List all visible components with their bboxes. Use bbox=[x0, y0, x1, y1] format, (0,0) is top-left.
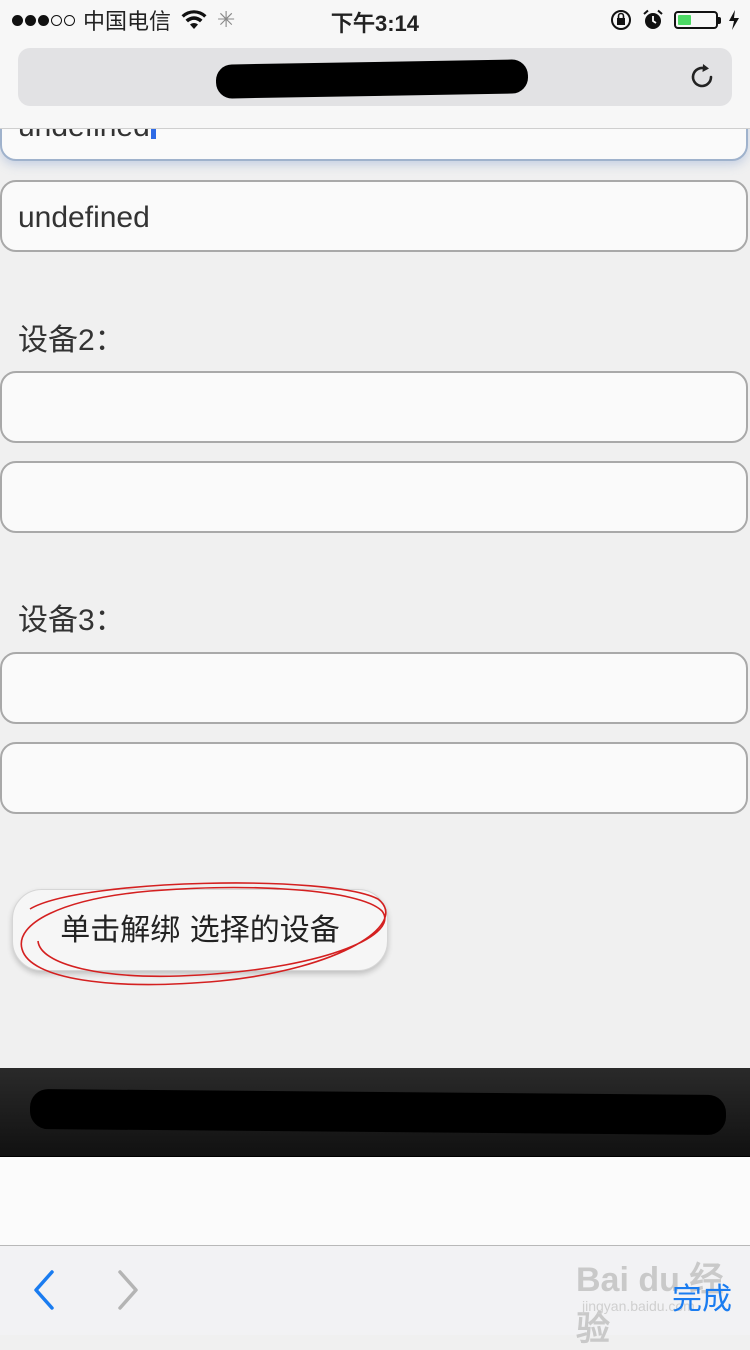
battery-icon bbox=[674, 11, 721, 29]
redacted-url bbox=[215, 59, 529, 99]
page-footer bbox=[0, 1068, 750, 1157]
device1-field-2-value: undefined bbox=[18, 201, 150, 234]
redacted-footer-text bbox=[29, 1088, 727, 1136]
chevron-right-icon[interactable] bbox=[108, 1268, 148, 1312]
browser-toolbar: Bai du 经验 jingyan.baidu.com 完成 bbox=[0, 1245, 750, 1348]
status-bar: 中国电信 ✳ 下午3:14 bbox=[0, 0, 750, 40]
device1-field-1-value: undefined bbox=[18, 129, 150, 143]
text-caret bbox=[150, 129, 156, 139]
alarm-icon bbox=[643, 9, 663, 29]
device3-label: 设备3： bbox=[18, 604, 125, 637]
device2-field-2[interactable] bbox=[0, 461, 748, 533]
charging-bolt-icon bbox=[729, 10, 739, 30]
address-bar[interactable] bbox=[18, 48, 732, 106]
status-right bbox=[610, 8, 740, 32]
device1-field-2[interactable]: undefined bbox=[0, 180, 748, 252]
battery-level bbox=[678, 15, 691, 25]
device3-field-1[interactable] bbox=[0, 652, 748, 724]
device1-field-1[interactable]: undefined bbox=[0, 129, 748, 161]
device2-label: 设备2： bbox=[18, 324, 125, 357]
done-button[interactable]: 完成 bbox=[672, 1274, 732, 1318]
device2-field-1[interactable] bbox=[0, 371, 748, 443]
device3-field-2[interactable] bbox=[0, 742, 748, 814]
chevron-left-icon[interactable] bbox=[28, 1268, 68, 1312]
rotation-lock-icon bbox=[611, 10, 631, 30]
page-content: undefined undefined 设备2： 设备3： 单击解绑 选择的设备 bbox=[0, 129, 750, 1068]
blank-area bbox=[0, 1157, 750, 1245]
browser-address-area bbox=[0, 40, 750, 129]
unbind-selected-devices-button[interactable]: 单击解绑 选择的设备 bbox=[12, 889, 388, 971]
reload-icon[interactable] bbox=[686, 61, 718, 93]
